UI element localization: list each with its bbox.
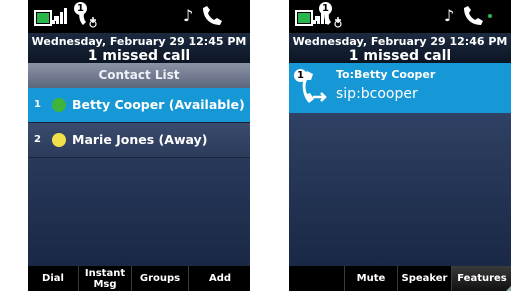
status-bar: 1 ♪ xyxy=(28,0,250,33)
contact-name: Marie Jones (Away) xyxy=(72,132,208,147)
header-datetime: Wednesday, February 29 12:46 PM xyxy=(292,35,508,48)
contact-list-panel: Contact List 1 Betty Cooper (Available) … xyxy=(28,63,250,266)
note-icon: ♪ xyxy=(183,6,194,25)
call-to-label: To:Betty Cooper xyxy=(336,68,436,81)
empty-softkey[interactable] xyxy=(289,266,344,291)
presence-away-icon xyxy=(52,133,66,147)
softkey-bar: Mute Speaker Features xyxy=(289,266,511,291)
softkey-bar: Dial Instant Msg Groups Add xyxy=(28,266,250,291)
battery-icon xyxy=(34,10,56,26)
phone-screen-contacts: 1 ♪ Wednesday, February 29 12:45 PM 1 mi… xyxy=(28,0,250,291)
contact-row-betty-cooper[interactable]: 1 Betty Cooper (Available) xyxy=(28,88,250,122)
header: Wednesday, February 29 12:46 PM 1 missed… xyxy=(289,33,511,64)
speaker-softkey[interactable]: Speaker xyxy=(397,266,451,291)
groups-softkey[interactable]: Groups xyxy=(131,266,188,291)
features-label: Features xyxy=(457,273,507,284)
divider xyxy=(28,157,250,158)
mute-softkey[interactable]: Mute xyxy=(344,266,397,291)
page-title: Contact List xyxy=(28,63,250,88)
dial-softkey[interactable]: Dial xyxy=(28,266,78,291)
voicemail-icon[interactable]: 1 xyxy=(319,2,345,30)
line-number-badge: 1 xyxy=(294,69,307,82)
contact-index: 1 xyxy=(34,99,41,110)
contact-index: 2 xyxy=(34,134,41,145)
note-icon: ♪ xyxy=(444,6,455,25)
more-corner-icon xyxy=(506,285,511,291)
voicemail-count-badge: 1 xyxy=(74,2,87,15)
voicemail-count-badge: 1 xyxy=(319,2,332,15)
contact-name: Betty Cooper (Available) xyxy=(72,97,245,112)
call-sip-address: sip:bcooper xyxy=(336,86,418,102)
phone-status-icon xyxy=(200,4,226,28)
phone-status-icon xyxy=(461,4,487,28)
missed-calls-text[interactable]: 1 missed call xyxy=(289,48,511,64)
presence-available-icon xyxy=(52,98,66,112)
instant-msg-softkey[interactable]: Instant Msg xyxy=(78,266,131,291)
green-dot-icon xyxy=(488,14,492,18)
battery-icon xyxy=(295,10,317,26)
header-datetime: Wednesday, February 29 12:45 PM xyxy=(31,35,247,48)
missed-calls-text[interactable]: 1 missed call xyxy=(28,48,250,64)
active-call-row[interactable]: 1 To:Betty Cooper sip:bcooper xyxy=(289,63,511,113)
signal-icon xyxy=(52,8,68,24)
call-panel: 1 To:Betty Cooper sip:bcooper xyxy=(289,63,511,266)
features-softkey[interactable]: Features xyxy=(451,266,511,291)
phone-screen-call: 1 ♪ Wednesday, February 29 12:46 PM 1 mi… xyxy=(289,0,511,291)
status-bar: 1 ♪ xyxy=(289,0,511,33)
header: Wednesday, February 29 12:45 PM 1 missed… xyxy=(28,33,250,64)
contact-row-marie-jones[interactable]: 2 Marie Jones (Away) xyxy=(28,123,250,157)
add-softkey[interactable]: Add xyxy=(188,266,250,291)
voicemail-icon[interactable]: 1 xyxy=(74,2,100,30)
